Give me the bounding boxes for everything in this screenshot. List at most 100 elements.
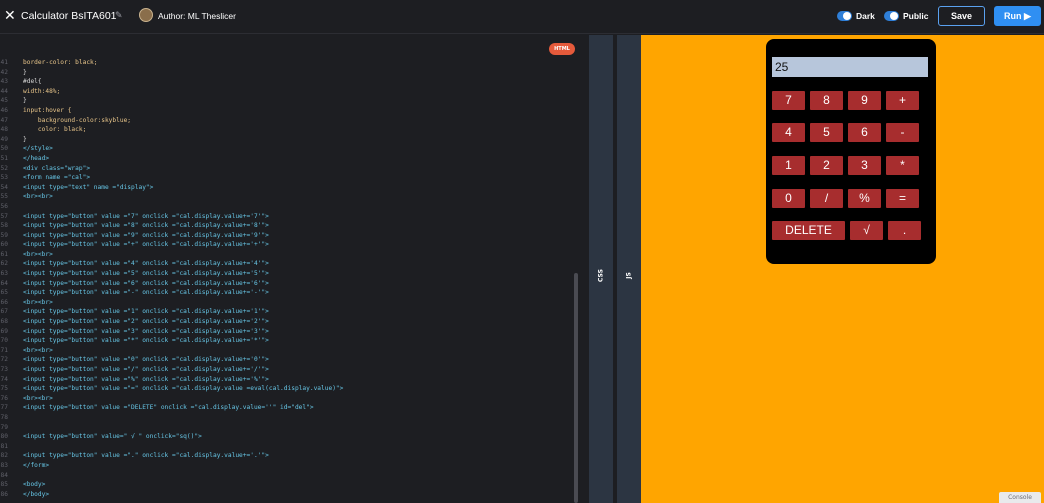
code-text[interactable]: </head> xyxy=(23,154,49,164)
code-text[interactable]: <br><br> xyxy=(23,394,53,404)
code-text[interactable]: background-color:skyblue; xyxy=(23,116,131,126)
code-line[interactable]: 44 width:48%; xyxy=(0,87,570,97)
code-text[interactable]: <br><br> xyxy=(23,250,53,260)
code-line[interactable]: 46 input:hover { xyxy=(0,106,570,116)
code-line[interactable]: 49} xyxy=(0,135,570,145)
code-line[interactable]: 70 <input type="button" value ="*" onclic… xyxy=(0,336,570,346)
code-text[interactable]: color: black; xyxy=(23,125,86,135)
code-text[interactable]: width:48%; xyxy=(23,87,60,97)
code-line[interactable]: 80 <input type="button" value=" √ " oncli… xyxy=(0,432,570,442)
code-line[interactable]: 52 <div class="wrap"> xyxy=(0,164,570,174)
code-line[interactable]: 79 xyxy=(0,423,570,433)
calc-key-4[interactable]: 4 xyxy=(772,123,805,142)
code-text[interactable]: input:hover { xyxy=(23,106,71,116)
code-text[interactable]: <br><br> xyxy=(23,192,53,202)
code-text[interactable]: } xyxy=(23,68,27,78)
code-text[interactable]: <input type="button" value ="5" onclick … xyxy=(23,269,269,279)
calc-key-0[interactable]: 0 xyxy=(772,189,805,208)
code-line[interactable]: 84 xyxy=(0,471,570,481)
code-text[interactable]: <div class="wrap"> xyxy=(23,164,90,174)
code-text[interactable]: <br><br> xyxy=(23,346,53,356)
code-line[interactable]: 65 <input type="button" value ="-" onclic… xyxy=(0,288,570,298)
code-text[interactable]: </body> xyxy=(23,490,49,500)
code-line[interactable]: 43 #del{ xyxy=(0,77,570,87)
code-text[interactable]: <input type="button" value ="/" onclick … xyxy=(23,365,269,375)
close-icon[interactable]: ✕ xyxy=(4,8,16,24)
code-text[interactable]: <body> xyxy=(23,480,45,490)
save-button[interactable]: Save xyxy=(938,6,985,26)
code-line[interactable]: 61 <br><br> xyxy=(0,250,570,260)
code-text[interactable]: <input type="button" value ="DELETE" onc… xyxy=(23,403,314,413)
code-line[interactable]: 82 <input type="button" value ="." onclic… xyxy=(0,451,570,461)
code-text[interactable]: <input type="button" value=" √ " onclick… xyxy=(23,432,202,442)
code-line[interactable]: 58 <input type="button" value ="8" onclic… xyxy=(0,221,570,231)
html-code-editor[interactable]: HTML 41 border-color: black; 42} 43 #del{44 w… xyxy=(0,35,585,503)
code-text[interactable]: <input type="button" value ="+" onclick … xyxy=(23,240,269,250)
code-line[interactable]: 72 <input type="button" value ="0" onclic… xyxy=(0,355,570,365)
code-text[interactable]: <form name ="cal"> xyxy=(23,173,90,183)
code-text[interactable]: <input type="button" value ="1" onclick … xyxy=(23,307,269,317)
calc-key-2[interactable]: 2 xyxy=(810,156,843,175)
code-text[interactable]: border-color: black; xyxy=(23,58,98,68)
calc-key-equals[interactable]: = xyxy=(886,189,919,208)
code-line[interactable]: 54 <input type="text" name ="display"> xyxy=(0,183,570,193)
code-line[interactable]: 64 <input type="button" value ="6" onclic… xyxy=(0,279,570,289)
code-line[interactable]: 56 xyxy=(0,202,570,212)
code-line[interactable]: 41 border-color: black; xyxy=(0,58,570,68)
code-text[interactable]: #del{ xyxy=(23,77,42,87)
code-line[interactable]: 68 <input type="button" value ="2" onclic… xyxy=(0,317,570,327)
code-line[interactable]: 78 xyxy=(0,413,570,423)
code-text[interactable]: } xyxy=(23,96,27,106)
dark-toggle[interactable] xyxy=(837,11,852,21)
code-lines[interactable]: 41 border-color: black; 42} 43 #del{44 width:… xyxy=(0,58,570,499)
code-line[interactable]: 74 <input type="button" value ="%" onclic… xyxy=(0,375,570,385)
code-line[interactable]: 83 </form> xyxy=(0,461,570,471)
code-line[interactable]: 47 background-color:skyblue; xyxy=(0,116,570,126)
code-text[interactable]: <input type="button" value ="2" onclick … xyxy=(23,317,269,327)
code-text[interactable]: <input type="text" name ="display"> xyxy=(23,183,153,193)
calc-key-5[interactable]: 5 xyxy=(810,123,843,142)
page-title[interactable]: Calculator BsITA601 xyxy=(21,10,117,22)
code-text[interactable]: </style> xyxy=(23,144,53,154)
calc-key-3[interactable]: 3 xyxy=(848,156,881,175)
calc-key-sqrt[interactable]: √ xyxy=(850,221,883,240)
code-text[interactable]: <input type="button" value ="-" onclick … xyxy=(23,288,269,298)
code-line[interactable]: 69 <input type="button" value ="3" onclic… xyxy=(0,327,570,337)
code-line[interactable]: 55 <br><br> xyxy=(0,192,570,202)
calc-key-percent[interactable]: % xyxy=(848,189,881,208)
code-line[interactable]: 60 <input type="button" value ="+" onclic… xyxy=(0,240,570,250)
code-line[interactable]: 81 xyxy=(0,442,570,452)
calc-key-plus[interactable]: + xyxy=(886,91,919,110)
code-line[interactable]: 75 <input type="button" value ="=" onclic… xyxy=(0,384,570,394)
code-text[interactable]: <input type="button" value ="." onclick … xyxy=(23,451,269,461)
code-line[interactable]: 77 <input type="button" value ="DELETE" o… xyxy=(0,403,570,413)
code-text[interactable]: <input type="button" value ="7" onclick … xyxy=(23,212,269,222)
js-panel-collapsed[interactable]: JS xyxy=(617,35,641,503)
calc-key-1[interactable]: 1 xyxy=(772,156,805,175)
code-text[interactable]: <input type="button" value ="8" onclick … xyxy=(23,221,269,231)
code-text[interactable]: } xyxy=(23,135,27,145)
code-line[interactable]: 63 <input type="button" value ="5" onclic… xyxy=(0,269,570,279)
calculator-display[interactable]: 25 xyxy=(772,57,928,77)
calc-key-9[interactable]: 9 xyxy=(848,91,881,110)
code-line[interactable]: 53 <form name ="cal"> xyxy=(0,173,570,183)
code-line[interactable]: 45} xyxy=(0,96,570,106)
code-text[interactable]: <input type="button" value ="*" onclick … xyxy=(23,336,269,346)
code-line[interactable]: 73 <input type="button" value ="/" onclic… xyxy=(0,365,570,375)
code-text[interactable]: <input type="button" value ="6" onclick … xyxy=(23,279,269,289)
calc-key-6[interactable]: 6 xyxy=(848,123,881,142)
calc-key-8[interactable]: 8 xyxy=(810,91,843,110)
editor-scrollbar[interactable] xyxy=(574,273,578,503)
code-line[interactable]: 85 <body> xyxy=(0,480,570,490)
public-toggle[interactable] xyxy=(884,11,899,21)
calc-key-minus[interactable]: - xyxy=(886,123,919,142)
code-line[interactable]: 66 <br><br> xyxy=(0,298,570,308)
console-button[interactable]: Console xyxy=(999,492,1041,503)
code-line[interactable]: 62 <input type="button" value ="4" onclic… xyxy=(0,259,570,269)
code-line[interactable]: 86 </body> xyxy=(0,490,570,500)
code-line[interactable]: 48 color: black; xyxy=(0,125,570,135)
code-text[interactable]: <input type="button" value ="%" onclick … xyxy=(23,375,269,385)
code-text[interactable]: <input type="button" value ="4" onclick … xyxy=(23,259,269,269)
code-line[interactable]: 57 <input type="button" value ="7" onclic… xyxy=(0,212,570,222)
code-line[interactable]: 76 <br><br> xyxy=(0,394,570,404)
